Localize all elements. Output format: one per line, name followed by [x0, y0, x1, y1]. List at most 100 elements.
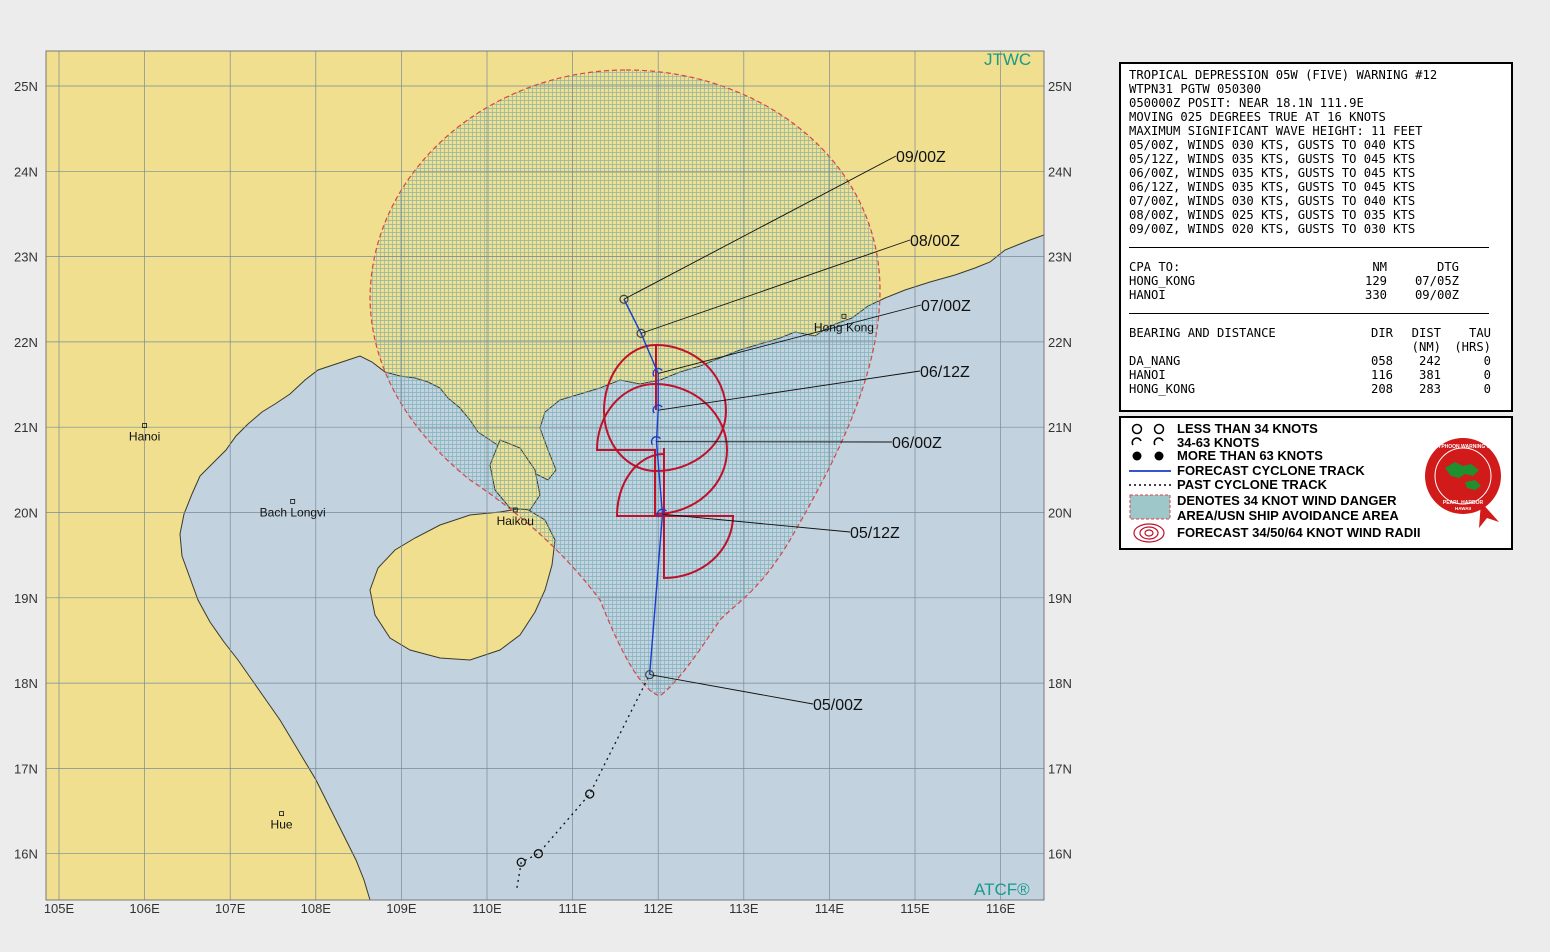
cpa-header-label: CPA TO: [1129, 260, 1181, 274]
latitude-label-right: 23N [1048, 250, 1072, 265]
warning-line: WTPN31 PGTW 050300 [1129, 82, 1262, 96]
bearing-header: BEARING AND DISTANCE DIR DIST TAU [1129, 326, 1503, 340]
bearing-place: DA_NANG [1129, 354, 1181, 368]
latitude-label-left: 20N [14, 506, 38, 521]
legend-label: FORECAST CYCLONE TRACK [1177, 463, 1365, 478]
svg-text:JOINT TYPHOON WARNING CENTER: JOINT TYPHOON WARNING CENTER [1421, 444, 1505, 450]
bearing-sub-dist: (NM) [1411, 340, 1441, 354]
bearing-dist: 381 [1418, 368, 1441, 382]
legend-label: DENOTES 34 KNOT WIND DANGER [1177, 493, 1397, 508]
legend-label: FORECAST 34/50/64 KNOT WIND RADII [1177, 525, 1421, 540]
dtg-label: 05/12Z [850, 525, 900, 542]
cpa-dtg: 07/05Z [1414, 274, 1459, 288]
cpa-place: HONG_KONG [1129, 274, 1196, 288]
warning-line: MOVING 025 DEGREES TRUE AT 16 KNOTS [1129, 110, 1386, 124]
bearing-sub-1 [1355, 340, 1393, 354]
divider [1129, 313, 1489, 314]
cpa-nm: 330 [1364, 288, 1387, 302]
latitude-label-left: 23N [14, 250, 38, 265]
past-track-icon [1129, 477, 1177, 492]
bearing-dir: 208 [1370, 382, 1393, 396]
bearing-tau: 0 [1483, 382, 1491, 396]
legend-row: DENOTES 34 KNOT WIND DANGER [1129, 493, 1397, 519]
latitude-label-right: 19N [1048, 591, 1072, 606]
warning-line: 06/00Z, WINDS 035 KTS, GUSTS TO 045 KTS [1129, 166, 1416, 180]
longitude-label: 110E [472, 901, 502, 916]
dtg-label: 06/00Z [892, 435, 942, 452]
jtwc-label: JTWC [984, 50, 1031, 69]
latitude-label-left: 19N [14, 591, 38, 606]
dtg-label: 06/12Z [920, 364, 970, 381]
city-label: Hong Kong [814, 320, 874, 334]
bearing-tau: 0 [1483, 368, 1491, 382]
svg-text:HAWAII: HAWAII [1455, 506, 1471, 511]
legend-label: PAST CYCLONE TRACK [1177, 477, 1327, 492]
latitude-label-left: 16N [14, 847, 38, 862]
longitude-label: 113E [729, 901, 759, 916]
longitude-label: 106E [129, 901, 160, 916]
latitude-label-left: 24N [14, 164, 38, 179]
dtg-label: 08/00Z [910, 233, 960, 250]
longitude-label: 108E [301, 901, 332, 916]
bearing-header-dist: DIST [1411, 326, 1441, 340]
jtwc-seal-logo: JOINT TYPHOON WARNING CENTER PEARL HARBO… [1421, 438, 1505, 528]
city-label: Bach Longvi [260, 505, 326, 519]
bearing-dist: 283 [1418, 382, 1441, 396]
latitude-labels-right: 25N 24N 23N 22N 21N 20N 19N 18N 17N 16N [1048, 79, 1072, 862]
bearing-subheader: (NM) (HRS) [1129, 340, 1503, 354]
latitude-label-left: 17N [14, 761, 38, 776]
dtg-label: 09/00Z [896, 149, 946, 166]
legend-row: AREA/USN SHIP AVOIDANCE AREA [1177, 508, 1399, 523]
bearing-place: HONG_KONG [1129, 382, 1196, 396]
latitude-label-left: 22N [14, 335, 38, 350]
warning-line: 07/00Z, WINDS 030 KTS, GUSTS TO 040 KTS [1129, 194, 1416, 208]
legend-label: MORE THAN 63 KNOTS [1177, 448, 1323, 463]
legend-row: MORE THAN 63 KNOTS [1129, 448, 1323, 463]
longitude-label: 114E [815, 901, 845, 916]
latitude-label-right: 17N [1048, 761, 1072, 776]
longitude-label: 115E [900, 901, 930, 916]
cpa-header-dtg: DTG [1436, 260, 1459, 274]
bearing-tau: 0 [1483, 354, 1491, 368]
bearing-dir: 116 [1370, 368, 1393, 382]
latitude-label-right: 22N [1048, 335, 1072, 350]
danger-area-icon [1129, 493, 1177, 519]
dtg-label: 07/00Z [921, 298, 971, 315]
latitude-label-right: 16N [1048, 847, 1072, 862]
warning-line: 050000Z POSIT: NEAR 18.1N 111.9E [1129, 96, 1364, 110]
bearing-header-dir: DIR [1370, 326, 1393, 340]
city-label: Hanoi [129, 429, 160, 443]
less-than-34kt-icon [1129, 421, 1177, 436]
bearing-header-label: BEARING AND DISTANCE [1129, 326, 1276, 340]
warning-line: MAXIMUM SIGNIFICANT WAVE HEIGHT: 11 FEET [1129, 124, 1423, 138]
forecast-track-icon [1129, 463, 1177, 478]
divider [1129, 247, 1489, 248]
legend-label: LESS THAN 34 KNOTS [1177, 421, 1318, 436]
cpa-row: HANOI 330 09/00Z [1129, 288, 1503, 302]
cpa-place: HANOI [1129, 288, 1166, 302]
city-label: Hue [271, 818, 293, 832]
bearing-dist: 242 [1418, 354, 1441, 368]
wind-radii-icon [1129, 522, 1177, 543]
cpa-nm: 129 [1364, 274, 1387, 288]
bearing-row: HONG_KONG 208 283 0 [1129, 382, 1503, 396]
warning-line: 08/00Z, WINDS 025 KTS, GUSTS TO 035 KTS [1129, 208, 1416, 222]
latitude-label-right: 18N [1048, 676, 1072, 691]
more-than-63kt-icon [1129, 448, 1177, 463]
legend-panel: LESS THAN 34 KNOTS 34-63 KNOTS MORE THAN… [1119, 416, 1513, 550]
bearing-sub-0 [1129, 340, 1355, 354]
warning-line: 05/00Z, WINDS 030 KTS, GUSTS TO 040 KTS [1129, 138, 1416, 152]
longitude-label: 116E [986, 901, 1016, 916]
latitude-label-right: 20N [1048, 506, 1072, 521]
latitude-label-left: 18N [14, 676, 38, 691]
bearing-header-tau: TAU [1468, 326, 1491, 340]
cpa-dtg: 09/00Z [1414, 288, 1459, 302]
warning-info-panel: TROPICAL DEPRESSION 05W (FIVE) WARNING #… [1119, 62, 1513, 412]
latitude-label-right: 24N [1048, 164, 1072, 179]
cpa-header: CPA TO: NM DTG [1129, 260, 1503, 274]
longitude-label: 112E [643, 901, 673, 916]
bearing-dir: 058 [1370, 354, 1393, 368]
legend-row: FORECAST CYCLONE TRACK [1129, 463, 1365, 478]
latitude-label-right: 25N [1048, 79, 1072, 94]
dtg-label: 05/00Z [813, 697, 863, 714]
